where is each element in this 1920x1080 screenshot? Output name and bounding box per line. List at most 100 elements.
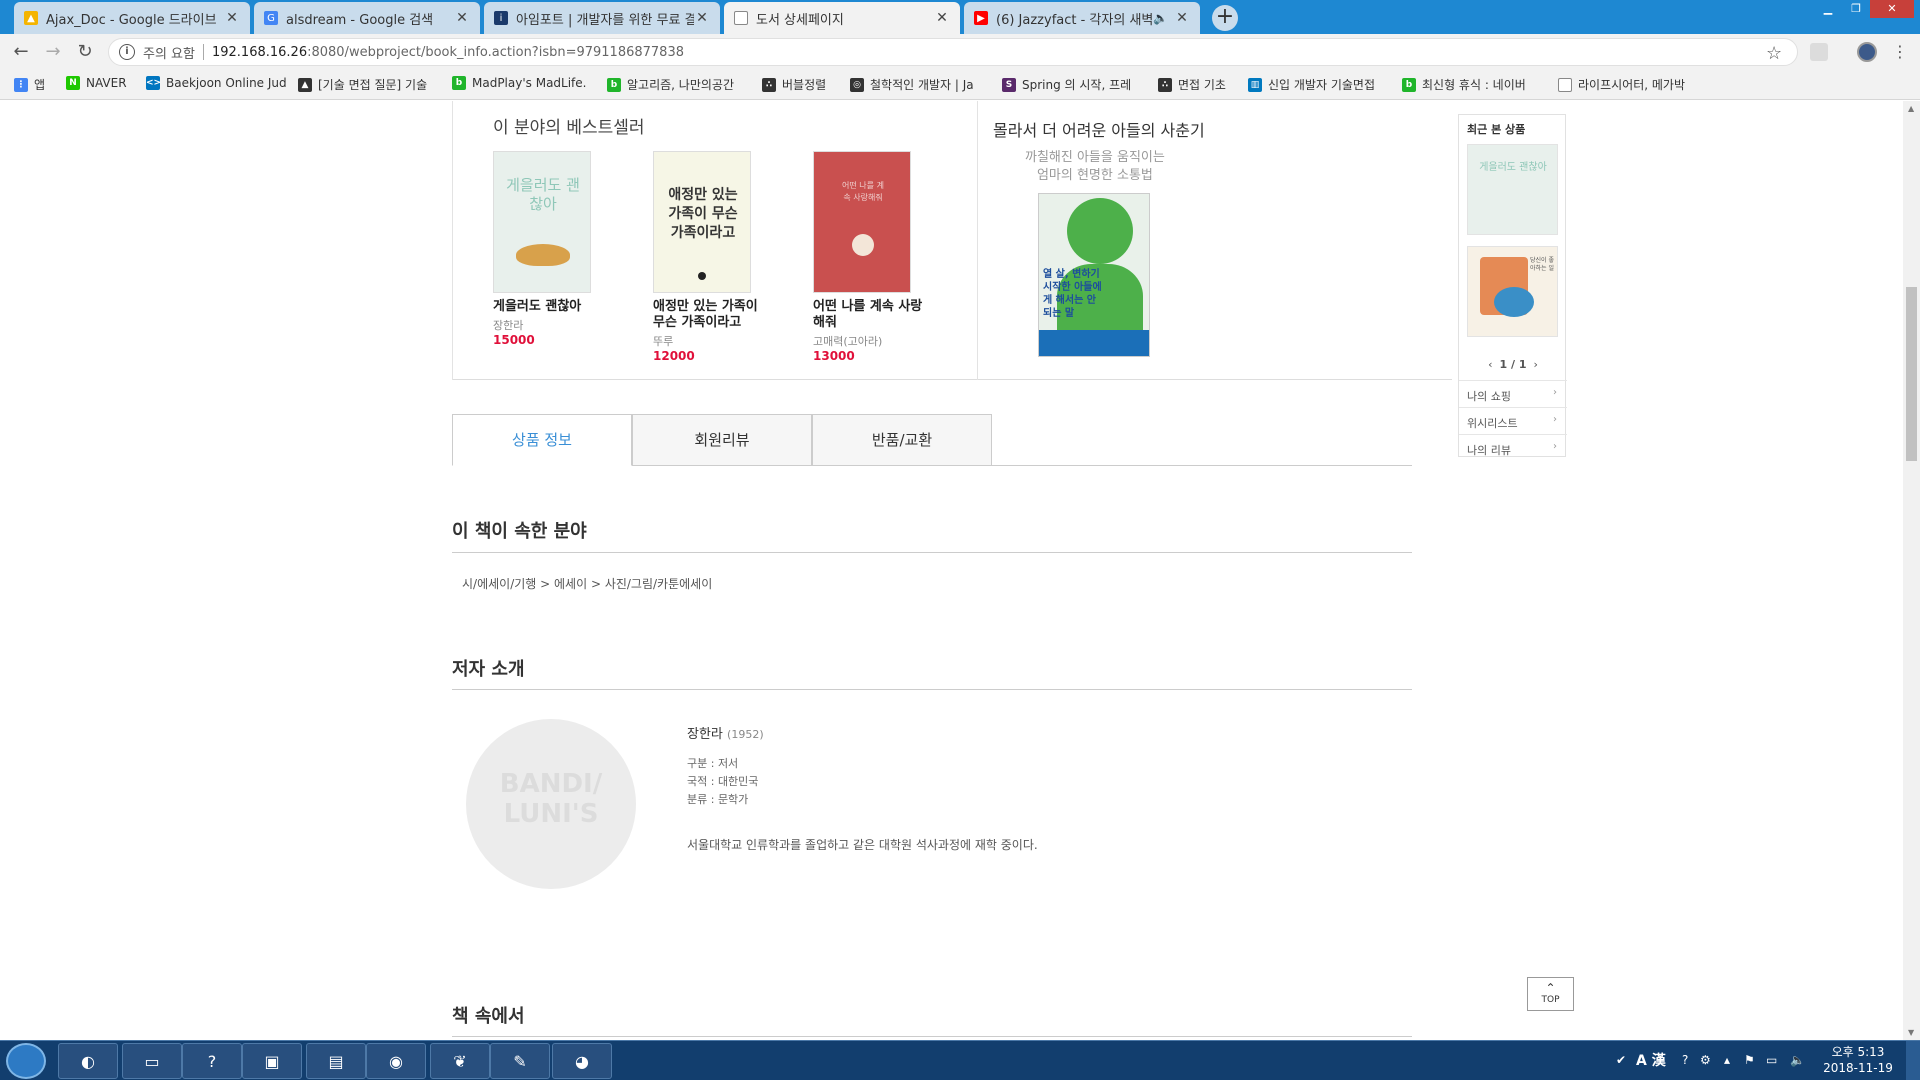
bookmark-item[interactable]: ∴ 버블정렬 (762, 76, 826, 93)
book-cover[interactable]: 게을러도 괜찮아 (493, 151, 591, 293)
recent-pager: ‹ 1 / 1 › (1488, 358, 1538, 371)
bookmark-item[interactable]: ▥ 신입 개발자 기술면접 (1248, 76, 1375, 93)
browser-tab[interactable]: i 아임포트 | 개발자를 위한 무료 결 ✕ (484, 2, 720, 34)
back-button[interactable]: ← (10, 41, 32, 63)
info-icon[interactable]: i (119, 44, 135, 60)
bookmark-item[interactable]: ▲ [기술 면접 질문] 기술 (298, 76, 427, 93)
book-author[interactable]: 뚜루 (653, 333, 773, 349)
wishlist-link[interactable]: 위시리스트 › (1459, 407, 1567, 434)
extension-icon[interactable] (1810, 43, 1828, 61)
menu-icon[interactable]: ⋮ (1892, 42, 1908, 61)
tab-member-reviews[interactable]: 회원리뷰 (632, 414, 812, 466)
bookmark-item[interactable]: ∴ 면접 기초 (1158, 76, 1226, 93)
network-shield-icon[interactable]: ✔ (1616, 1053, 1626, 1067)
my-shopping-link[interactable]: 나의 쇼핑 › (1459, 380, 1567, 407)
banner-book-cover[interactable]: 열 살, 변하기 시작한 아들에게 해서는 안 되는 말 (1038, 193, 1150, 357)
spring-icon[interactable]: ❦ (430, 1043, 490, 1079)
security-warning[interactable]: 주의 요함 (143, 43, 195, 62)
start-button[interactable] (6, 1043, 46, 1079)
browser-tab[interactable]: ▶ (6) Jazzyfact - 각자의 새벽 🔈 ✕ (964, 2, 1200, 34)
forward-button[interactable]: → (42, 41, 64, 63)
scroll-top-button[interactable]: ⌃ TOP (1527, 977, 1574, 1011)
bookmark-item[interactable]: S Spring 의 시작, 프레 (1002, 76, 1131, 93)
bookmark-item[interactable]: N NAVER (66, 76, 127, 90)
tab-returns[interactable]: 반품/교환 (812, 414, 992, 466)
bookmark-item[interactable]: b 알고리즘, 나만의공간 (607, 76, 734, 93)
eclipse-icon[interactable]: ◐ (58, 1043, 118, 1079)
app-icon[interactable]: ◕ (552, 1043, 612, 1079)
close-icon[interactable]: ✕ (934, 10, 950, 26)
scroll-up-icon[interactable]: ▲ (1908, 104, 1914, 113)
book-price: 15000 (493, 333, 535, 347)
close-window-button[interactable]: ✕ (1870, 0, 1914, 18)
recent-book-thumbnail[interactable]: 게을러도 괜찮아 (1467, 144, 1558, 235)
page-scrollbar[interactable]: ▲ ▼ (1903, 101, 1920, 1040)
volume-icon[interactable]: 🔈 (1790, 1053, 1805, 1067)
url-path: :8080/webproject/book_info.action?isbn=9… (307, 44, 684, 60)
book-title[interactable]: 게을러도 괜찮아 (493, 299, 613, 315)
system-clock[interactable]: 오후 5:13 2018-11-19 (1818, 1044, 1898, 1076)
sticky-notes-icon[interactable]: ▤ (306, 1043, 366, 1079)
book-title[interactable]: 어떤 나를 계속 사랑해줘 (813, 299, 933, 331)
avatar[interactable] (1857, 42, 1877, 62)
book-cover[interactable]: 어떤 나를 계속 사랑해줘 (813, 151, 911, 293)
help-icon[interactable]: ? (1682, 1053, 1688, 1067)
bookmark-item[interactable]: b 최신형 휴식 : 네이버 (1402, 76, 1526, 93)
book-author[interactable]: 고매력(고아라) (813, 333, 933, 349)
bookmark-item[interactable]: ◎ 철학적인 개발자 | Ja (850, 76, 974, 93)
cover-illustration (1494, 287, 1534, 317)
bookmark-item[interactable]: b MadPlay's MadLife. (452, 76, 586, 90)
bestseller-panel: 이 분야의 베스트셀러 게을러도 괜찮아 게을러도 괜찮아 장한라 15000 … (452, 101, 1452, 380)
network-icon[interactable]: ▭ (1766, 1053, 1777, 1067)
bestseller-book[interactable]: 게을러도 괜찮아 게을러도 괜찮아 장한라 15000 (493, 151, 613, 347)
close-icon[interactable]: ✕ (224, 10, 240, 26)
banner-title[interactable]: 몰라서 더 어려운 아들의 사춘기 (993, 117, 1205, 141)
bookmark-item[interactable]: 라이프시어터, 메가박 (1558, 76, 1685, 93)
browser-tab-active[interactable]: 도서 상세페이지 ✕ (724, 2, 960, 34)
new-tab-button[interactable]: + (1212, 5, 1238, 31)
bookmark-apps[interactable]: ⋮ 앱 (14, 76, 45, 93)
category-breadcrumb[interactable]: 시/에세이/기행 > 에세이 > 사진/그림/카툰에세이 (462, 575, 712, 592)
close-icon[interactable]: ✕ (454, 10, 470, 26)
browser-tab[interactable]: ▲ Ajax_Doc - Google 드라이브 ✕ (14, 2, 250, 34)
maximize-button[interactable]: ❐ (1842, 0, 1870, 18)
browser-tab[interactable]: G alsdream - Google 검색 ✕ (254, 2, 480, 34)
help-icon[interactable]: ? (182, 1043, 242, 1079)
folder-icon[interactable]: ▭ (122, 1043, 182, 1079)
cover-band (1039, 330, 1149, 356)
dots-icon: ∴ (762, 77, 776, 92)
chrome-icon[interactable]: ◉ (366, 1043, 426, 1079)
ime-indicator[interactable]: A 漢 (1636, 1050, 1666, 1070)
prev-icon[interactable]: ‹ (1488, 358, 1492, 371)
tab-product-info[interactable]: 상품 정보 (452, 414, 632, 466)
chevron-up-icon[interactable]: ▴ (1724, 1053, 1730, 1067)
dots-icon: ∴ (1158, 77, 1172, 92)
divider (977, 101, 978, 380)
reload-button[interactable]: ↻ (74, 41, 96, 63)
my-review-link[interactable]: 나의 리뷰 › (1459, 434, 1567, 461)
recent-book-thumbnail[interactable]: 당신이 좋아하는 일 (1467, 246, 1558, 337)
next-icon[interactable]: › (1533, 358, 1537, 371)
paint-icon[interactable]: ✎ (490, 1043, 550, 1079)
close-icon[interactable]: ✕ (1174, 10, 1190, 26)
bestseller-book[interactable]: 어떤 나를 계속 사랑해줘 어떤 나를 계속 사랑해줘 고매력(고아라) 130… (813, 151, 933, 363)
show-desktop-button[interactable] (1906, 1041, 1920, 1080)
office-icon[interactable]: ▣ (242, 1043, 302, 1079)
book-title[interactable]: 애정만 있는 가족이 무슨 가족이라고 (653, 299, 773, 331)
speaker-icon[interactable]: 🔈 (1153, 11, 1168, 25)
bookmark-star-icon[interactable]: ☆ (1766, 43, 1782, 64)
minimize-button[interactable]: ▁ (1814, 0, 1842, 18)
cover-title: 게을러도 괜찮아 (1479, 162, 1547, 173)
book-cover[interactable]: 애정만 있는 가족이 무슨 가족이라고 (653, 151, 751, 293)
bestseller-book[interactable]: 애정만 있는 가족이 무슨 가족이라고 애정만 있는 가족이 무슨 가족이라고 … (653, 151, 773, 363)
recently-viewed-title: 최근 본 상품 (1467, 123, 1526, 136)
settings-icon[interactable]: ⚙ (1700, 1053, 1711, 1067)
book-author[interactable]: 장한라 (493, 317, 613, 333)
bookmark-item[interactable]: <> Baekjoon Online Jud (146, 76, 287, 90)
scrollbar-thumb[interactable] (1906, 287, 1917, 461)
spring-icon: S (1002, 77, 1016, 92)
close-icon[interactable]: ✕ (694, 10, 710, 26)
scroll-down-icon[interactable]: ▼ (1908, 1028, 1914, 1037)
flag-icon[interactable]: ⚑ (1744, 1053, 1755, 1067)
address-bar[interactable]: i 주의 요함 192.168.16.26 :8080/webproject/b… (108, 38, 1798, 66)
